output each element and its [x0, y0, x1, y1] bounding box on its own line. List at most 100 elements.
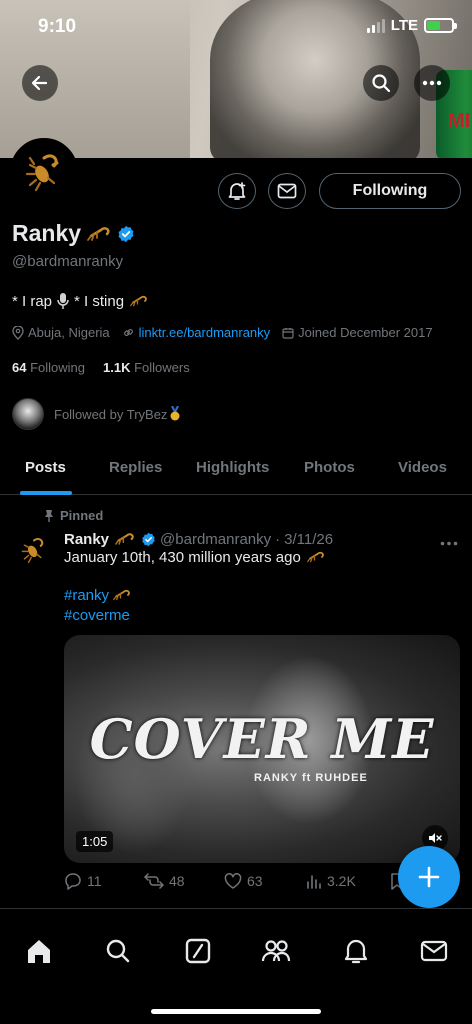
hashtag-row-1: #ranky: [64, 586, 133, 604]
website-link[interactable]: linktr.ee/bardmanranky: [139, 325, 271, 340]
scorpion-icon: [306, 551, 324, 563]
bottom-navigation: [0, 908, 472, 1024]
hashtag-ranky[interactable]: #ranky: [64, 587, 109, 604]
compose-plus-icon: [418, 866, 440, 888]
followed-by-text: Followed by TryBez: [54, 406, 168, 422]
profile-bio: * I rap * I sting: [12, 292, 150, 310]
back-arrow-icon: [31, 75, 48, 91]
post-author-handle: @bardmanranky: [160, 530, 272, 548]
status-time: 9:10: [38, 16, 77, 37]
post-meta-separator: ·: [275, 530, 281, 548]
verified-badge-icon[interactable]: [117, 225, 135, 243]
post-video[interactable]: COVER ME RANKY ft RUHDEE 1:05: [64, 635, 460, 863]
scorpion-icon: [25, 154, 59, 192]
reply-button[interactable]: 11: [64, 872, 144, 890]
profile-tabs: Posts Replies Highlights Photos Videos: [0, 440, 472, 495]
post-date: 3/11/26: [284, 530, 334, 548]
post-header: Ranky @bardmanranky · 3/11/26: [64, 529, 333, 549]
compose-button[interactable]: [398, 846, 460, 908]
followers-count-link[interactable]: 1.1K Followers: [103, 360, 190, 375]
followed-by-row[interactable]: Followed by TryBez: [12, 398, 181, 430]
joined-text: Joined December 2017: [298, 325, 433, 340]
following-button[interactable]: Following: [319, 173, 461, 209]
nav-home[interactable]: [24, 936, 54, 966]
nav-notifications[interactable]: [341, 936, 371, 966]
followers-count: 1.1K: [103, 360, 131, 375]
video-title: COVER ME: [89, 707, 435, 771]
scorpion-icon: [21, 537, 44, 564]
nav-grok[interactable]: [183, 936, 213, 966]
views-button[interactable]: 3.2K: [306, 873, 390, 889]
tab-photos[interactable]: Photos: [304, 459, 355, 476]
mail-icon: [420, 940, 448, 962]
pinned-label: Pinned: [60, 508, 104, 523]
mail-icon: [277, 183, 297, 199]
tab-replies[interactable]: Replies: [109, 459, 162, 476]
following-label: Following: [30, 360, 86, 375]
location-item: Abuja, Nigeria: [12, 325, 110, 340]
tab-highlights[interactable]: Highlights: [196, 459, 269, 476]
scorpion-icon: [115, 533, 134, 545]
status-indicators: LTE: [366, 17, 457, 34]
mute-icon: [429, 833, 442, 843]
bio-text-1: * I rap: [12, 292, 53, 310]
battery-icon: [424, 18, 457, 33]
tab-videos[interactable]: Videos: [398, 459, 447, 476]
verified-badge-icon: [142, 532, 155, 546]
nav-search[interactable]: [103, 936, 133, 966]
followers-label: Followers: [134, 360, 190, 375]
like-button[interactable]: 63: [224, 873, 306, 889]
banner-can-text: MI: [448, 110, 471, 132]
search-icon: [372, 74, 391, 93]
back-button[interactable]: [22, 65, 58, 101]
profile-handle: @bardmanranky: [12, 253, 124, 270]
views-icon: [307, 875, 321, 889]
calendar-icon: [282, 327, 294, 339]
post-more-button[interactable]: [440, 530, 458, 551]
joined-item: Joined December 2017: [282, 325, 433, 340]
follow-counts: 64 Following 1.1K Followers: [12, 360, 190, 375]
repost-button[interactable]: 48: [144, 873, 224, 889]
pinned-label-row: Pinned: [44, 508, 103, 523]
more-button[interactable]: [414, 65, 450, 101]
website-item[interactable]: linktr.ee/bardmanranky: [122, 325, 271, 340]
nav-messages[interactable]: [419, 936, 449, 966]
post-avatar[interactable]: [14, 530, 54, 570]
repost-icon: [144, 873, 164, 889]
like-icon: [224, 873, 242, 889]
follower-avatar: [12, 398, 44, 430]
nav-communities[interactable]: [261, 936, 291, 966]
post-text-row: January 10th, 430 million years ago: [64, 548, 327, 566]
post-text: January 10th, 430 million years ago: [64, 548, 301, 566]
location-text: Abuja, Nigeria: [28, 325, 110, 340]
pin-icon: [45, 510, 53, 522]
profile-name-row: Ranky: [12, 220, 135, 247]
post-author-name[interactable]: Ranky: [64, 531, 109, 548]
home-icon: [28, 940, 50, 963]
location-icon: [12, 325, 24, 340]
more-icon: [440, 541, 458, 546]
home-indicator[interactable]: [151, 1009, 321, 1014]
search-button[interactable]: [363, 65, 399, 101]
reply-icon: [65, 873, 81, 890]
mic-icon: [57, 293, 69, 309]
scorpion-icon: [130, 295, 147, 307]
network-label: LTE: [390, 17, 418, 34]
reply-count: 11: [87, 873, 102, 889]
message-button[interactable]: [268, 173, 306, 209]
like-count: 63: [247, 873, 263, 889]
active-tab-indicator: [20, 491, 72, 495]
profile-name: Ranky: [12, 220, 82, 246]
signal-icon: [366, 18, 385, 33]
scorpion-icon: [113, 589, 130, 601]
tab-posts[interactable]: Posts: [25, 459, 66, 476]
scorpion-icon: [87, 226, 110, 241]
bio-text-2: * I sting: [74, 292, 125, 310]
profile-avatar[interactable]: [10, 138, 78, 206]
notify-button[interactable]: [218, 173, 256, 209]
hashtag-coverme[interactable]: #coverme: [64, 607, 130, 624]
bell-icon: [344, 939, 368, 964]
following-count-link[interactable]: 64 Following: [12, 360, 85, 375]
video-duration: 1:05: [76, 831, 114, 852]
search-icon: [106, 939, 130, 963]
